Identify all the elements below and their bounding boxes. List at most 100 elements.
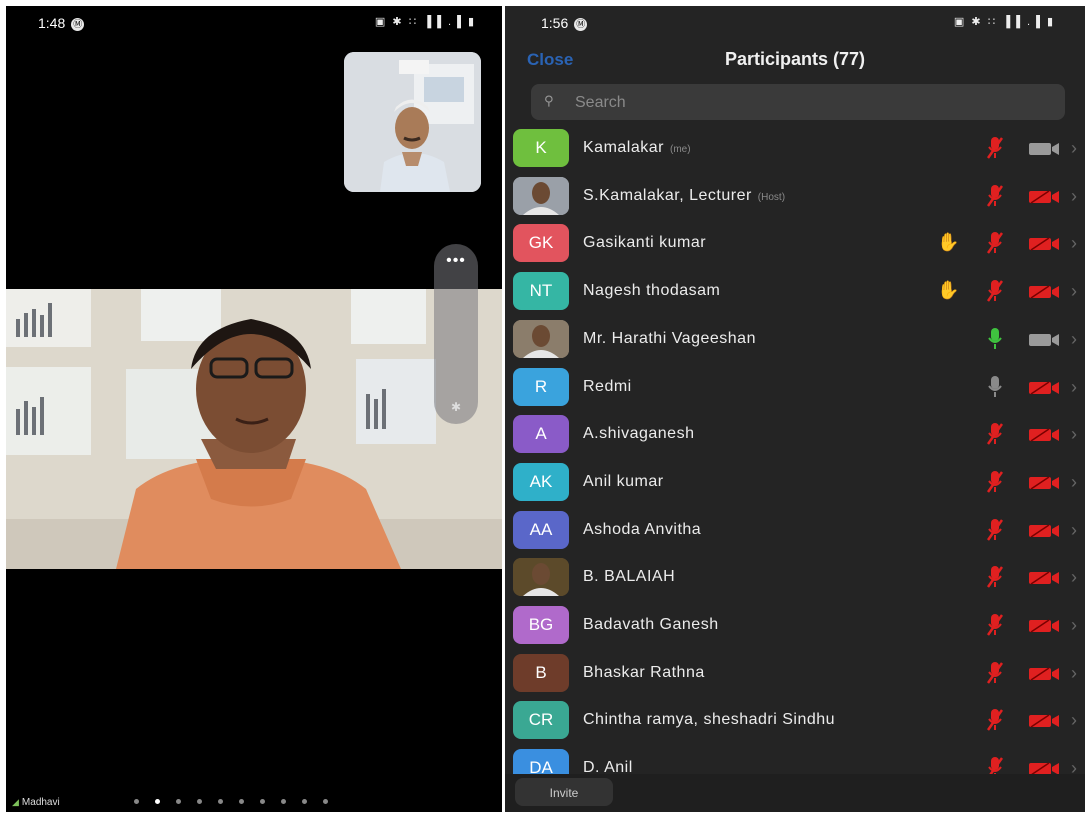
- participant-initials-avatar: B: [513, 653, 569, 692]
- active-speaker-video[interactable]: [6, 289, 502, 569]
- mic-muted-icon: [986, 708, 1004, 732]
- chevron-right-icon[interactable]: ›: [1071, 710, 1077, 731]
- participants-screen: 1:56 Ⓜ ▣ ✱ ∶∶ ▐▐ .▐ ▮ Close Participants …: [505, 6, 1085, 812]
- meeting-video-screen: 1:48 Ⓜ ▣ ✱ ∶∶ ▐▐ .▐ ▮ ••• ✱ ◢ Madhavi: [6, 6, 502, 812]
- page-indicator[interactable]: [134, 799, 328, 804]
- camera-off-icon: [1027, 476, 1061, 490]
- mic-muted-icon: [986, 136, 1004, 160]
- participant-name: B. BALAIAH: [583, 568, 676, 586]
- mic-muted-icon: [986, 279, 1004, 303]
- participant-row[interactable]: AK Anil kumar ›: [505, 458, 1085, 506]
- chevron-right-icon[interactable]: ›: [1071, 186, 1077, 207]
- page-dot[interactable]: [302, 799, 307, 804]
- participant-initials-avatar: A: [513, 415, 569, 454]
- search-bar[interactable]: ⚲: [531, 84, 1065, 122]
- participant-row[interactable]: A A.shivaganesh ›: [505, 410, 1085, 458]
- floating-controls[interactable]: ••• ✱: [434, 244, 478, 424]
- participant-row[interactable]: CR Chintha ramya, sheshadri Sindhu ›: [505, 696, 1085, 744]
- speaker-name: Madhavi: [21, 797, 60, 808]
- chevron-right-icon[interactable]: ›: [1071, 138, 1077, 159]
- camera-off-icon: [1027, 571, 1061, 585]
- signal-icon: ◢: [12, 797, 19, 807]
- participant-name: A.shivaganesh: [583, 425, 695, 443]
- chevron-right-icon[interactable]: ›: [1071, 567, 1077, 588]
- mic-muted-icon: [986, 422, 1004, 446]
- participant-name: Chintha ramya, sheshadri Sindhu: [583, 711, 836, 729]
- participant-initials-avatar: K: [513, 129, 569, 167]
- participant-row[interactable]: K Kamalakar (me) ›: [505, 124, 1085, 172]
- search-icon: ⚲: [544, 93, 554, 108]
- chevron-right-icon[interactable]: ›: [1071, 663, 1077, 684]
- participant-name: Kamalakar (me): [583, 139, 691, 156]
- participant-initials-avatar: CR: [513, 701, 569, 740]
- participant-row[interactable]: Mr. Harathi Vageeshan ›: [505, 315, 1085, 363]
- mic-muted-icon: [986, 661, 1004, 685]
- participant-initials-avatar: BG: [513, 606, 569, 644]
- invite-button[interactable]: Invite: [515, 778, 613, 806]
- participant-row[interactable]: NT Nagesh thodasam ✋ ›: [505, 267, 1085, 315]
- page-title: Participants (77): [724, 49, 866, 69]
- page-dot[interactable]: [176, 799, 181, 804]
- camera-icon: [1027, 333, 1061, 347]
- chevron-right-icon[interactable]: ›: [1071, 520, 1077, 541]
- page-dot[interactable]: [281, 799, 286, 804]
- page-dot[interactable]: [239, 799, 244, 804]
- raised-hand-icon: ✋: [937, 280, 960, 301]
- bluetooth-icon[interactable]: ✱: [434, 400, 478, 414]
- participant-row[interactable]: S.Kamalakar, Lecturer (Host) ›: [505, 172, 1085, 220]
- more-options-icon[interactable]: •••: [434, 252, 478, 270]
- participant-initials-avatar: AA: [513, 510, 569, 549]
- mic-muted-icon: [986, 470, 1004, 494]
- status-time: 1:56 Ⓜ: [541, 15, 588, 31]
- chevron-right-icon[interactable]: ›: [1071, 424, 1077, 445]
- chevron-right-icon[interactable]: ›: [1071, 615, 1077, 636]
- participant-row[interactable]: BG Badavath Ganesh ›: [505, 601, 1085, 649]
- mic-muted-icon: [986, 184, 1004, 208]
- participant-role-tag: (Host): [757, 191, 786, 203]
- camera-off-icon: [1027, 190, 1061, 204]
- page-dot[interactable]: [218, 799, 223, 804]
- participant-name: Nagesh thodasam: [583, 282, 721, 300]
- participant-initials-avatar: R: [513, 367, 569, 406]
- chevron-right-icon[interactable]: ›: [1071, 472, 1077, 493]
- participant-name: S.Kamalakar, Lecturer (Host): [583, 186, 786, 204]
- chevron-right-icon[interactable]: ›: [1071, 377, 1077, 398]
- self-video-thumbnail[interactable]: [344, 52, 481, 192]
- participant-name: Redmi: [583, 377, 632, 395]
- search-input[interactable]: [573, 84, 1047, 122]
- mic-icon: [987, 375, 1003, 399]
- camera-off-icon: [1027, 428, 1061, 442]
- participant-row[interactable]: GK Gasikanti kumar ✋ ›: [505, 219, 1085, 267]
- speaker-name-tag: ◢ Madhavi: [12, 797, 60, 808]
- raised-hand-icon: ✋: [937, 232, 960, 253]
- thumbnail-person-image: [344, 52, 481, 192]
- participant-row[interactable]: R Redmi ›: [505, 363, 1085, 411]
- participant-role-tag: (me): [669, 144, 691, 155]
- participant-row[interactable]: B. BALAIAH ›: [505, 553, 1085, 601]
- page-dot[interactable]: [155, 799, 160, 804]
- participant-photo-avatar: [513, 176, 569, 215]
- chevron-right-icon[interactable]: ›: [1071, 329, 1077, 350]
- chevron-right-icon[interactable]: ›: [1071, 281, 1077, 302]
- status-bar: 1:48 Ⓜ ▣ ✱ ∶∶ ▐▐ .▐ ▮: [6, 6, 502, 38]
- participant-row[interactable]: AA Ashoda Anvitha ›: [505, 506, 1085, 554]
- status-bar: 1:56 Ⓜ ▣ ✱ ∶∶ ▐▐ .▐ ▮: [505, 6, 1085, 38]
- page-dot[interactable]: [323, 799, 328, 804]
- mic-on-icon: [987, 327, 1003, 351]
- camera-off-icon: [1027, 667, 1061, 681]
- status-icons: ▣ ✱ ∶∶ ▐▐ .▐ ▮: [374, 16, 476, 28]
- camera-off-icon: [1027, 619, 1061, 633]
- page-dot[interactable]: [134, 799, 139, 804]
- participant-name: Anil kumar: [583, 472, 664, 490]
- chevron-right-icon[interactable]: ›: [1071, 233, 1077, 254]
- page-dot[interactable]: [197, 799, 202, 804]
- participant-name: Ashoda Anvitha: [583, 520, 702, 538]
- camera-off-icon: [1027, 523, 1061, 538]
- participant-row[interactable]: B Bhaskar Rathna ›: [505, 649, 1085, 697]
- page-dot[interactable]: [260, 799, 265, 804]
- camera-off-icon: [1027, 714, 1061, 729]
- status-time: 1:48 Ⓜ: [38, 15, 85, 31]
- camera-off-icon: [1027, 380, 1061, 395]
- participant-name: Badavath Ganesh: [583, 616, 719, 633]
- participant-initials-avatar: AK: [513, 462, 569, 501]
